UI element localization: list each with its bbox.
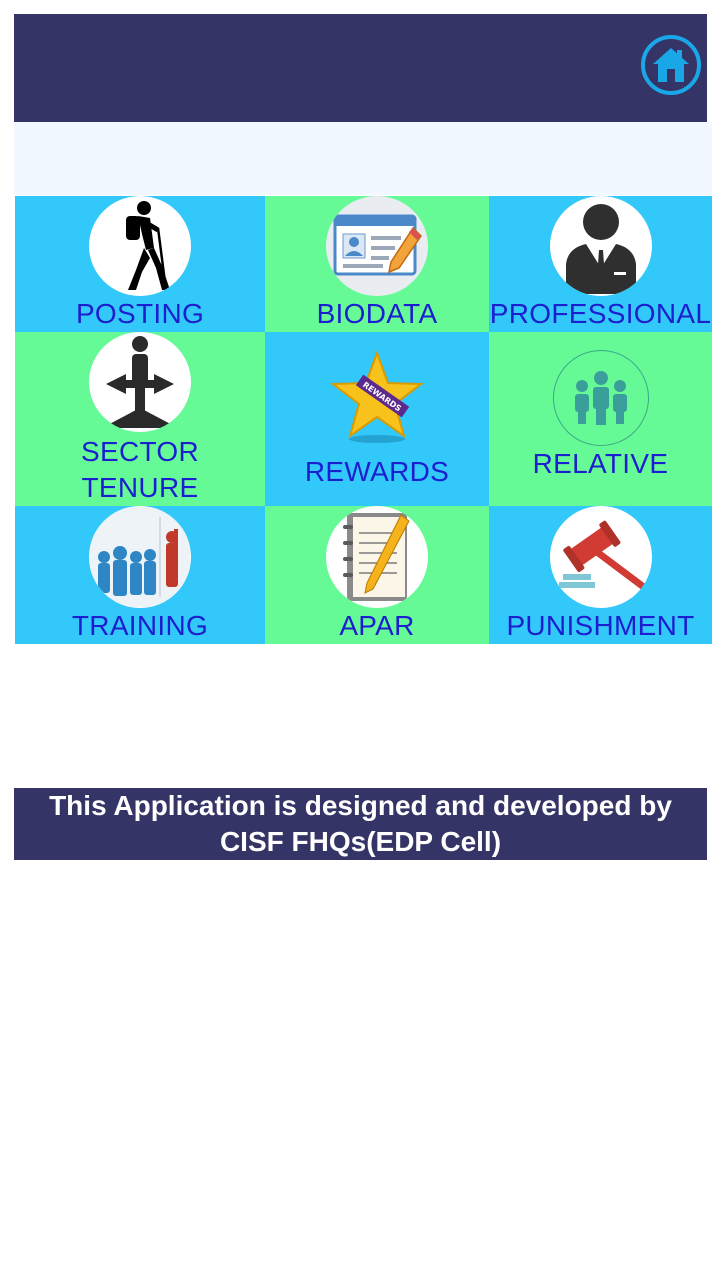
home-icon xyxy=(653,48,689,82)
sector-tenure-label: SECTOR TENURE xyxy=(81,434,199,506)
punishment-tile[interactable]: PUNISHMENT xyxy=(489,506,712,644)
rewards-label: REWARDS xyxy=(304,456,450,487)
relative-tile[interactable]: RELATIVE xyxy=(489,332,712,506)
sector-tenure-tile[interactable]: SECTOR TENURE xyxy=(15,332,265,506)
crossroads-person-icon xyxy=(89,332,191,432)
id-card-icon xyxy=(326,196,428,296)
credits-footer: This Application is designed and develop… xyxy=(14,788,707,860)
apar-label: APAR xyxy=(339,610,415,641)
biodata-tile[interactable]: BIODATA xyxy=(265,196,489,332)
rewards-tile[interactable]: REWARDS REWARDS xyxy=(265,332,489,506)
notepad-pencil-icon xyxy=(326,506,428,608)
sector-label-line2: TENURE xyxy=(81,472,199,503)
posting-label: POSTING xyxy=(75,298,205,329)
apar-tile[interactable]: APAR xyxy=(265,506,489,644)
credits-line1: This Application is designed and develop… xyxy=(49,790,672,821)
sub-header-band xyxy=(14,122,712,195)
training-tile[interactable]: TRAINING xyxy=(15,506,265,644)
sector-label-line1: SECTOR xyxy=(81,436,199,467)
people-crowd-icon xyxy=(89,506,191,608)
punishment-label: PUNISHMENT xyxy=(506,610,695,641)
people-group-icon xyxy=(552,350,649,446)
professional-label: PROFESSIONAL xyxy=(489,298,712,329)
home-button[interactable] xyxy=(641,35,701,95)
professional-tile[interactable]: PROFESSIONAL xyxy=(489,196,712,332)
hiker-icon xyxy=(89,196,191,296)
businessman-icon xyxy=(549,196,652,296)
training-label: TRAINING xyxy=(71,610,209,641)
relative-label: RELATIVE xyxy=(532,448,669,479)
star-badge-icon: REWARDS xyxy=(322,342,432,452)
app-header xyxy=(14,14,707,122)
credits-line2: CISF FHQs(EDP Cell) xyxy=(219,826,502,857)
posting-tile[interactable]: POSTING xyxy=(15,196,265,332)
gavel-icon xyxy=(549,506,652,608)
biodata-label: BIODATA xyxy=(316,298,438,329)
